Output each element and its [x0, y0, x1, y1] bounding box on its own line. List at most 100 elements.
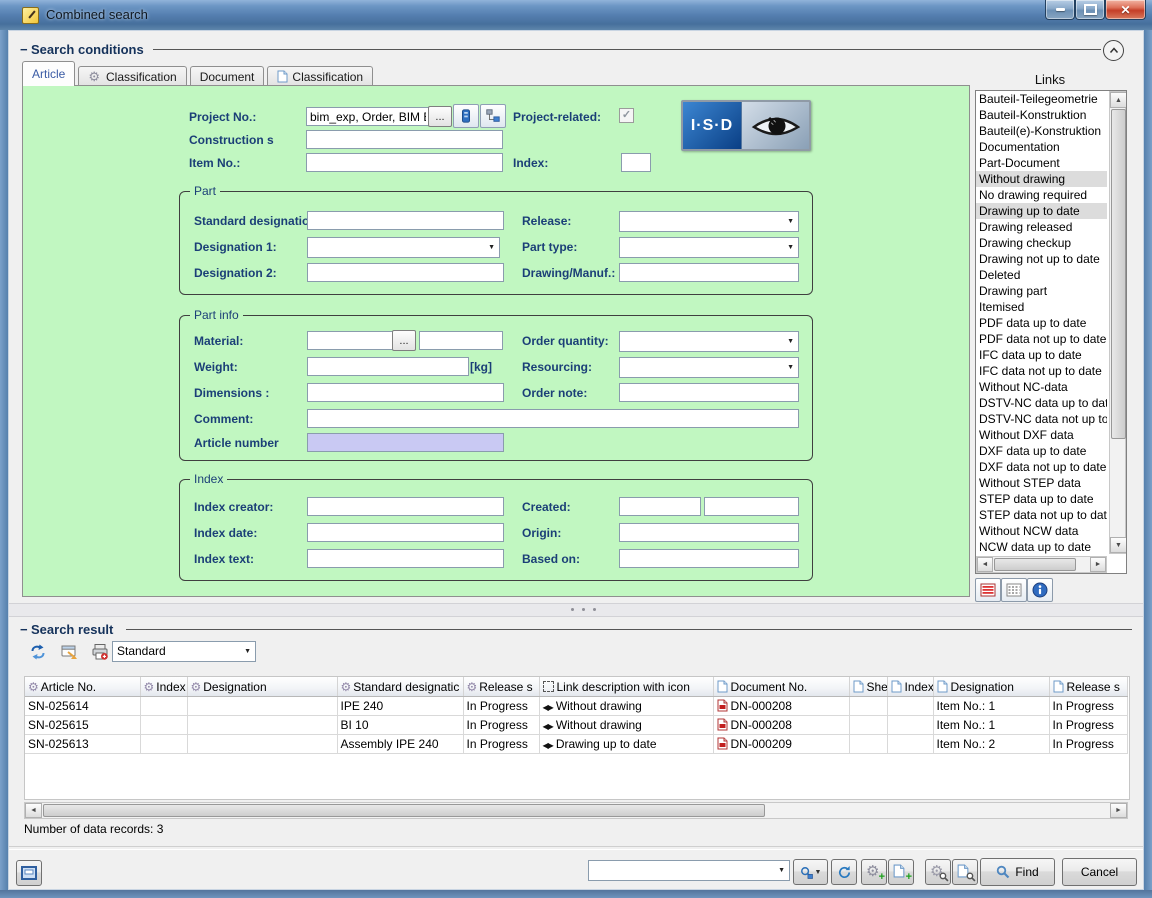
link-item[interactable]: DXF data up to date [976, 443, 1107, 459]
link-item[interactable]: DSTV-NC data not up to [976, 411, 1107, 427]
scroll-right-button[interactable]: ► [1110, 803, 1127, 818]
article-table-view-button[interactable] [975, 578, 1001, 602]
index-input[interactable] [621, 153, 651, 172]
link-item[interactable]: PDF data not up to date [976, 331, 1107, 347]
tab-article-0[interactable]: Article [22, 61, 75, 86]
part-type-combo[interactable]: ▼ [619, 237, 799, 258]
link-item[interactable]: STEP data up to date [976, 491, 1107, 507]
column-header[interactable]: Index [887, 677, 933, 697]
designation2-input[interactable] [307, 263, 504, 282]
result-row[interactable]: SN-025613Assembly IPE 240In Progress◀▶Dr… [25, 735, 1127, 754]
column-header[interactable]: ⚙Index [140, 677, 187, 697]
info-button[interactable] [1027, 578, 1053, 602]
titlebar[interactable]: Combined search [0, 0, 1152, 31]
scroll-left-button[interactable]: ◄ [25, 803, 42, 818]
column-header[interactable]: ⚙Standard designatic [337, 677, 463, 697]
project-tree-button[interactable] [453, 104, 479, 128]
link-item[interactable]: Without NC-data [976, 379, 1107, 395]
project-browse-button[interactable]: ... [428, 106, 452, 127]
link-item[interactable]: STEP data not up to dat [976, 507, 1107, 523]
index-date-input[interactable] [307, 523, 504, 542]
maximize-button[interactable] [1075, 0, 1105, 20]
result-hscrollbar[interactable]: ◄ ► [24, 802, 1128, 819]
document-search-button[interactable] [952, 859, 978, 885]
link-item[interactable]: IFC data up to date [976, 347, 1107, 363]
link-item[interactable]: Drawing released [976, 219, 1107, 235]
scroll-down-button[interactable]: ▼ [1110, 537, 1127, 553]
links-hscroll-thumb[interactable] [994, 558, 1076, 571]
save-search-button[interactable]: ▼ [793, 859, 828, 885]
link-item[interactable]: Without DXF data [976, 427, 1107, 443]
tab-classification-3[interactable]: Classification [267, 66, 373, 86]
project-structure-button[interactable] [480, 104, 506, 128]
column-header[interactable]: Release s [1049, 677, 1127, 697]
item-no-input[interactable] [306, 153, 503, 172]
link-item[interactable]: Part-Document [976, 155, 1107, 171]
dimensions-input[interactable] [307, 383, 504, 402]
created-input-1[interactable] [619, 497, 701, 516]
new-article-button[interactable]: ⚙ + [861, 859, 887, 885]
link-item[interactable]: Without NCW data [976, 523, 1107, 539]
link-item[interactable]: Bauteil(e)-Konstruktion [976, 123, 1107, 139]
designation1-combo[interactable]: ▼ [307, 237, 500, 258]
link-item[interactable]: Itemised [976, 299, 1107, 315]
project-no-input[interactable] [306, 107, 430, 126]
minimize-button[interactable] [1045, 0, 1075, 20]
link-item[interactable]: DSTV-NC data up to dat [976, 395, 1107, 411]
link-item[interactable]: Without STEP data [976, 475, 1107, 491]
column-header[interactable]: Link description with icon [539, 677, 713, 697]
material-input-2[interactable] [419, 331, 503, 350]
document-table-view-button[interactable] [1001, 578, 1027, 602]
resourcing-combo[interactable]: ▼ [619, 357, 799, 378]
link-item[interactable]: Drawing up to date [976, 203, 1107, 219]
tab-classification-1[interactable]: ⚙Classification [78, 66, 186, 86]
created-input-2[interactable] [704, 497, 799, 516]
material-input-1[interactable] [307, 331, 395, 350]
column-header[interactable]: Designation [933, 677, 1049, 697]
links-vscrollbar[interactable]: ▲ ▼ [1109, 91, 1126, 554]
standard-designation-input[interactable] [307, 211, 504, 230]
drawing-manuf-input[interactable] [619, 263, 799, 282]
weight-input[interactable] [307, 357, 469, 376]
links-hscrollbar[interactable]: ◄ ► [976, 556, 1107, 573]
column-header[interactable]: ⚙Release s [463, 677, 539, 697]
dialog-layout-button[interactable] [16, 860, 42, 886]
release-combo[interactable]: ▼ [619, 211, 799, 232]
scroll-left-button[interactable]: ◄ [977, 557, 993, 572]
article-search-button[interactable]: ⚙ [925, 859, 951, 885]
link-item[interactable]: DXF data not up to date [976, 459, 1107, 475]
close-button[interactable]: ✕ [1105, 0, 1146, 20]
link-item[interactable]: IFC data not up to date [976, 363, 1107, 379]
project-related-checkbox[interactable]: ✓ [619, 108, 634, 123]
material-browse-button[interactable]: ... [392, 330, 416, 351]
index-text-input[interactable] [307, 549, 504, 568]
link-item[interactable]: Bauteil-Teilegeometrie [976, 91, 1107, 107]
comment-input[interactable] [307, 409, 799, 428]
column-header[interactable]: Shee [849, 677, 887, 697]
result-row[interactable]: SN-025615BI 10In Progress◀▶Without drawi… [25, 716, 1127, 735]
refresh-button[interactable] [831, 859, 857, 885]
scroll-up-button[interactable]: ▲ [1110, 92, 1127, 108]
link-item[interactable]: Drawing part [976, 283, 1107, 299]
construction-input[interactable] [306, 130, 503, 149]
cancel-button[interactable]: Cancel [1062, 858, 1137, 886]
link-item[interactable]: PDF data up to date [976, 315, 1107, 331]
column-header[interactable]: ⚙Designation [187, 677, 337, 697]
link-item[interactable]: Deleted [976, 267, 1107, 283]
new-document-button[interactable]: + [888, 859, 914, 885]
tab-document-2[interactable]: Document [190, 66, 265, 86]
print-result-button[interactable] [90, 642, 110, 662]
link-item[interactable]: Without drawing [976, 171, 1107, 187]
result-view-combo[interactable]: Standard ▼ [112, 641, 256, 662]
link-item[interactable]: No drawing required [976, 187, 1107, 203]
link-item[interactable]: Drawing not up to date [976, 251, 1107, 267]
index-creator-input[interactable] [307, 497, 504, 516]
scroll-right-button[interactable]: ► [1090, 557, 1106, 572]
link-item[interactable]: Bauteil-Konstruktion [976, 107, 1107, 123]
link-item[interactable]: NCW data up to date [976, 539, 1107, 555]
export-result-button[interactable] [60, 642, 80, 662]
find-button[interactable]: Find [980, 858, 1055, 886]
splitter-handle[interactable] [9, 603, 1143, 617]
link-item[interactable]: Documentation [976, 139, 1107, 155]
saved-search-combo[interactable]: ▼ [588, 860, 790, 881]
